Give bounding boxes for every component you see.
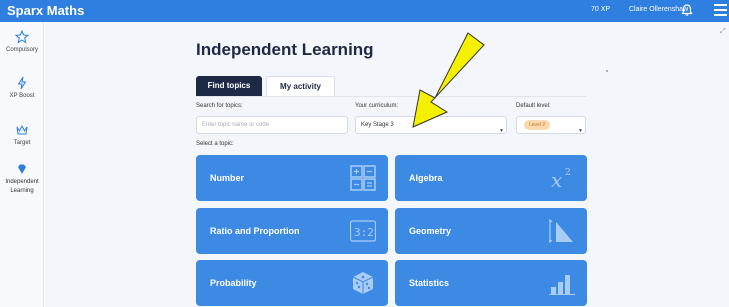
sidebar-item-label: Target bbox=[13, 140, 31, 146]
topic-card-statistics[interactable]: Statistics bbox=[395, 260, 587, 306]
chevron-down-icon: ▼ bbox=[499, 128, 504, 134]
curriculum-value: Key Stage 3 bbox=[361, 122, 394, 128]
dice-icon bbox=[352, 272, 374, 294]
topic-label: Number bbox=[210, 173, 245, 183]
svg-text:2: 2 bbox=[565, 168, 571, 178]
topic-label: Geometry bbox=[409, 226, 452, 236]
topic-label: Algebra bbox=[409, 173, 443, 183]
sidebar-item-label: Compulsory bbox=[5, 47, 38, 53]
ratio-icon: 3:2 bbox=[350, 220, 376, 242]
bar-chart-icon bbox=[549, 275, 575, 295]
hamburger-menu-icon[interactable] bbox=[714, 4, 727, 16]
sidebar-item-compulsory[interactable]: Compulsory bbox=[0, 30, 44, 53]
topic-card-probability[interactable]: Probability bbox=[196, 260, 388, 306]
x-squared-icon: x 2 bbox=[551, 168, 571, 191]
star-icon bbox=[15, 30, 29, 44]
topic-label: Statistics bbox=[409, 278, 450, 288]
decorative-dot bbox=[606, 70, 608, 72]
level-badge: Level 2 bbox=[524, 120, 550, 130]
top-bar: Sparx Maths 70 XP Claire Ollerenshaw bbox=[0, 0, 729, 22]
sidebar: Compulsory XP Boost Target Independent L… bbox=[0, 22, 44, 307]
level-label: Default level: bbox=[516, 103, 551, 109]
bell-icon[interactable] bbox=[680, 3, 694, 17]
curriculum-label: Your curriculum: bbox=[355, 103, 399, 109]
topic-card-geometry[interactable]: Geometry bbox=[395, 208, 587, 254]
expand-icon[interactable]: ⤢ bbox=[720, 28, 726, 36]
sidebar-item-target[interactable]: Target bbox=[0, 123, 44, 146]
search-label: Search for topics: bbox=[196, 103, 243, 109]
diamond-icon bbox=[18, 164, 26, 174]
topic-label: Probability bbox=[210, 278, 257, 288]
curriculum-select[interactable]: Key Stage 3 ▼ bbox=[355, 116, 507, 134]
brand-logo[interactable]: Sparx Maths bbox=[7, 3, 84, 18]
number-grid-icon bbox=[350, 165, 376, 191]
bolt-icon bbox=[17, 76, 27, 90]
chevron-down-icon: ▼ bbox=[578, 128, 583, 134]
sidebar-item-label: XP Boost bbox=[9, 93, 35, 99]
svg-text:3:2: 3:2 bbox=[354, 226, 374, 239]
crown-icon bbox=[16, 124, 28, 135]
sidebar-item-independent-learning[interactable]: Independent Learning bbox=[0, 163, 44, 196]
svg-text:x: x bbox=[551, 168, 562, 191]
page-title: Independent Learning bbox=[196, 40, 374, 59]
xp-counter: 70 XP bbox=[591, 6, 611, 13]
triangle-icon bbox=[549, 219, 573, 243]
topic-label: Ratio and Proportion bbox=[210, 226, 300, 236]
topic-card-algebra[interactable]: Algebra x 2 bbox=[395, 155, 587, 201]
tab-divider bbox=[196, 96, 586, 97]
sidebar-item-xp-boost[interactable]: XP Boost bbox=[0, 76, 44, 99]
topic-card-ratio-and-proportion[interactable]: Ratio and Proportion 3:2 bbox=[196, 208, 388, 254]
search-input[interactable]: Enter topic name or code bbox=[196, 116, 348, 134]
tab-find-topics[interactable]: Find topics bbox=[196, 76, 262, 96]
topic-card-number[interactable]: Number bbox=[196, 155, 388, 201]
level-select[interactable]: Level 2 ▼ bbox=[516, 116, 586, 134]
select-topic-label: Select a topic: bbox=[196, 141, 234, 147]
sidebar-item-label: Independent Learning bbox=[5, 179, 39, 194]
tab-my-activity[interactable]: My activity bbox=[266, 76, 335, 96]
